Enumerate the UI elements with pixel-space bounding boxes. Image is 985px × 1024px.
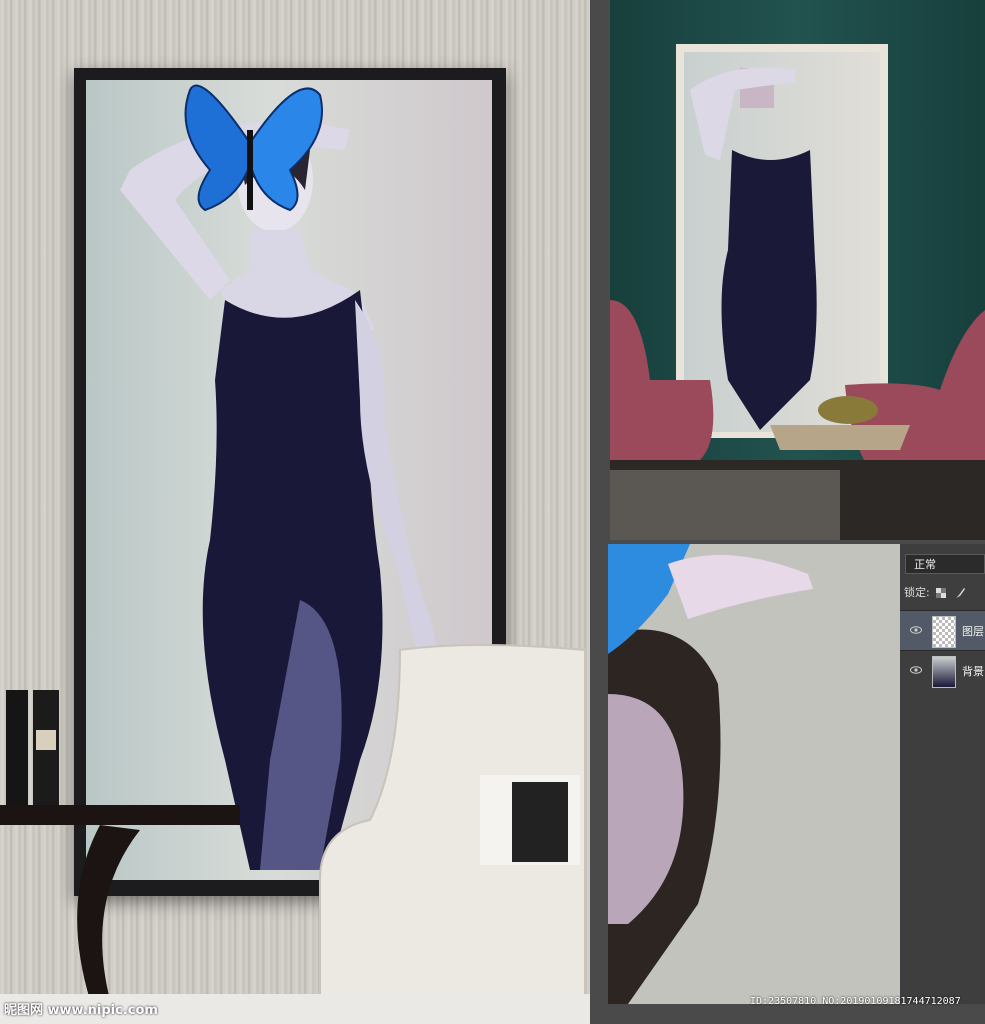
blend-mode-select[interactable]: 正常 [905, 554, 985, 574]
wine-bottle [6, 690, 28, 805]
coffee-table [770, 425, 910, 450]
layer-name: 背景 [962, 665, 984, 678]
eye-icon[interactable] [910, 624, 922, 636]
watermark-text: 昵图网 www.nipic.com [4, 1003, 158, 1018]
layer-row-background[interactable]: 背景 [900, 650, 985, 691]
side-table [0, 805, 240, 825]
preview-arm [690, 67, 795, 160]
zoom-illustration [608, 544, 813, 1004]
finger-detail [668, 555, 813, 619]
layers-panel: 正常 锁定: 图层 背景 [900, 544, 985, 1004]
layer-thumbnail [932, 656, 956, 688]
eye-icon[interactable] [910, 664, 922, 676]
preview-illustration [610, 67, 985, 470]
preview-dress [721, 150, 817, 430]
cushion-stripes [512, 782, 568, 862]
checkerboard-icon[interactable] [936, 588, 947, 598]
layer-row-top[interactable]: 图层 [900, 610, 985, 651]
image-id-text: ID:23507810 NO:20190109181744712087 [750, 996, 961, 1007]
zoom-detail-panel [608, 544, 900, 1004]
wine-label [36, 730, 56, 750]
preview-rug [610, 470, 840, 540]
lock-label: 锁定: [904, 586, 930, 599]
brush-icon[interactable] [954, 587, 966, 599]
layer-name: 图层 [962, 625, 984, 638]
chair-left [610, 300, 714, 460]
fruit-bowl [818, 396, 878, 424]
main-mockup-panel: 昵图网 www.nipic.com [0, 0, 590, 1024]
layer-thumbnail [932, 616, 956, 648]
room-preview-panel [610, 0, 985, 540]
artwork-illustration [0, 84, 586, 1001]
lock-row: 锁定: [904, 584, 985, 602]
table-leg [77, 825, 140, 1000]
